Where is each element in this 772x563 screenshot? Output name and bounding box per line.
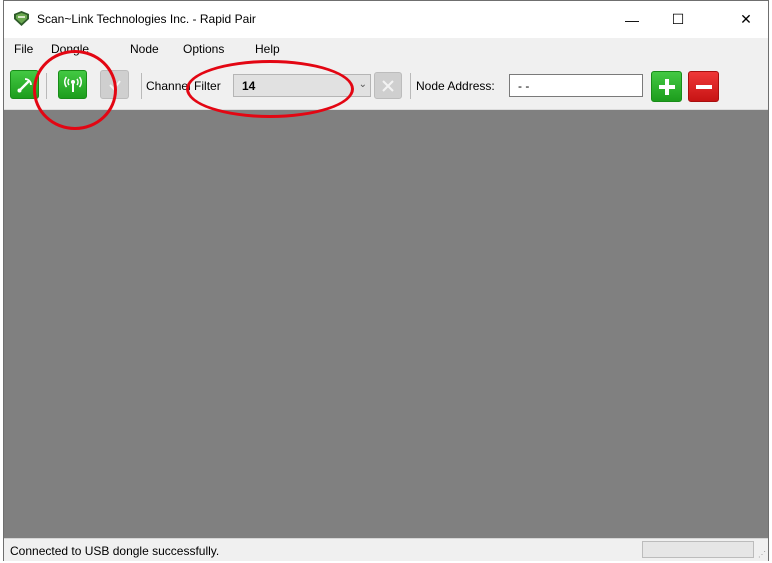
channel-filter-select[interactable]: 14 ⌄ xyxy=(233,74,371,97)
check-icon xyxy=(108,79,121,91)
toolbar: Channel Filter 14 ⌄ Node Address: xyxy=(4,61,768,110)
app-logo-icon xyxy=(14,11,29,26)
menu-options[interactable]: Options xyxy=(183,42,224,56)
node-address-label: Node Address: xyxy=(416,79,495,93)
status-message: Connected to USB dongle successfully. xyxy=(10,544,220,558)
antenna-wave-icon xyxy=(17,77,32,92)
signal-button[interactable] xyxy=(58,70,87,99)
status-progress-bar xyxy=(642,541,754,558)
add-node-button[interactable] xyxy=(651,71,682,102)
chevron-down-icon: ⌄ xyxy=(358,79,367,90)
connect-button[interactable] xyxy=(10,70,39,99)
window-title: Scan~Link Technologies Inc. - Rapid Pair xyxy=(37,12,256,26)
clear-filter-button[interactable] xyxy=(374,72,402,99)
channel-filter-label: Channel Filter xyxy=(146,79,221,93)
title-bar: Scan~Link Technologies Inc. - Rapid Pair… xyxy=(4,1,768,38)
confirm-button[interactable] xyxy=(100,70,129,99)
channel-filter-value: 14 xyxy=(242,79,256,93)
app-window: Scan~Link Technologies Inc. - Rapid Pair… xyxy=(3,0,769,561)
close-button[interactable]: ✕ xyxy=(723,1,769,38)
menu-file[interactable]: File xyxy=(14,42,33,56)
menu-help[interactable]: Help xyxy=(255,42,280,56)
menu-node[interactable]: Node xyxy=(130,42,159,56)
menu-dongle[interactable]: Dongle xyxy=(51,42,89,56)
minimize-button[interactable]: — xyxy=(609,1,655,38)
node-address-input[interactable] xyxy=(509,74,643,97)
status-bar: Connected to USB dongle successfully. ⋰ xyxy=(4,538,768,561)
plus-icon xyxy=(658,78,675,95)
x-icon xyxy=(382,79,394,92)
minus-icon xyxy=(695,84,712,89)
resize-grip-icon[interactable]: ⋰ xyxy=(758,550,766,559)
menu-bar: File Dongle Node Options Help xyxy=(4,38,768,61)
radio-signal-icon xyxy=(63,76,82,92)
remove-node-button[interactable] xyxy=(688,71,719,102)
maximize-button[interactable]: ☐ xyxy=(655,1,701,38)
workspace-area xyxy=(4,110,768,538)
